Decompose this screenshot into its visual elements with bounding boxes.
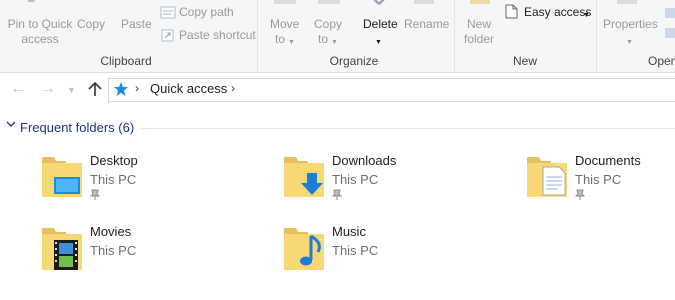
quick-access-star-icon: [114, 82, 128, 96]
rename-label: Rename: [404, 17, 450, 31]
back-arrow-icon[interactable]: ←: [10, 81, 26, 97]
copy-path-label: Copy path: [179, 5, 234, 19]
group-divider: [140, 128, 675, 129]
ribbon-separator: [454, 0, 455, 72]
chevron-down-icon: ▼: [375, 39, 382, 46]
copy-to-icon: [318, 0, 340, 4]
ribbon: Pin to Quick access Copy Paste Copy path…: [0, 0, 675, 73]
folder-location: This PC: [90, 172, 137, 187]
copy-to-label-1: Copy: [314, 17, 343, 31]
rename-icon: [414, 0, 434, 4]
movies-folder-icon: [42, 228, 82, 270]
new-group-label: New: [512, 54, 537, 68]
up-arrow-icon[interactable]: [88, 81, 102, 97]
forward-arrow-icon[interactable]: →: [40, 81, 56, 97]
folder-item-downloads[interactable]: Downloads This PC: [284, 153, 514, 217]
easy-access-icon: [505, 4, 518, 19]
breadcrumb-quick-access[interactable]: Quick access: [150, 80, 227, 98]
clipboard-group-label: Clipboard: [100, 54, 152, 68]
move-label-2: to: [275, 32, 286, 46]
folder-item-movies[interactable]: Movies This PC: [42, 224, 272, 288]
folder-name: Desktop: [90, 153, 138, 168]
folder-location: This PC: [575, 172, 622, 187]
delete-label: Delete: [363, 17, 398, 31]
folder-name: Documents: [575, 153, 641, 168]
music-folder-icon: [284, 228, 324, 270]
downloads-folder-icon: [284, 157, 324, 197]
folder-item-desktop[interactable]: Desktop This PC: [42, 153, 272, 217]
copy-path-icon: [160, 6, 176, 19]
paste-shortcut-label: Paste shortcut: [179, 28, 256, 42]
properties-label: Properties: [603, 17, 658, 31]
open-group-label: Open: [648, 54, 675, 68]
properties-icon: [617, 0, 637, 4]
folder-location: This PC: [332, 243, 379, 258]
chevron-down-icon: ▼: [331, 39, 338, 46]
copy-label: Copy: [77, 17, 106, 31]
ribbon-separator: [596, 0, 597, 72]
pin-icon: [332, 189, 342, 200]
open-icons: [665, 8, 675, 38]
documents-folder-icon: [527, 157, 567, 197]
breadcrumb-chevron-icon[interactable]: ›: [231, 81, 235, 95]
folder-name: Downloads: [332, 153, 397, 168]
collapse-chevron-icon[interactable]: [6, 119, 16, 129]
easy-access-label: Easy access: [524, 5, 592, 19]
new-folder-label-2: folder: [464, 32, 495, 46]
new-folder-label-1: New: [467, 17, 492, 31]
folder-location: This PC: [332, 172, 379, 187]
pin-label-2: access: [21, 32, 59, 46]
chevron-down-icon: ▼: [583, 12, 590, 19]
folder-location: This PC: [90, 243, 137, 258]
new-folder-icon: [470, 0, 490, 4]
move-label-1: Move: [270, 17, 300, 31]
pin-icon: [575, 189, 585, 200]
ribbon-separator: [257, 0, 258, 72]
organize-group-label: Organize: [329, 54, 379, 68]
folder-item-music[interactable]: Music This PC: [284, 224, 514, 288]
recent-locations-chevron-icon[interactable]: ▼: [67, 82, 76, 98]
paste-shortcut-icon: [161, 29, 174, 42]
folder-item-documents[interactable]: Documents This PC: [527, 153, 675, 217]
move-to-icon: [274, 0, 296, 4]
desktop-folder-icon: [42, 157, 82, 197]
pin-label-1: Pin to Quick: [7, 17, 73, 31]
folder-name: Movies: [90, 224, 132, 239]
copy-to-label-2: to: [318, 32, 329, 46]
breadcrumb-chevron-icon[interactable]: ›: [135, 81, 139, 95]
delete-icon: [373, 0, 385, 5]
chevron-down-icon: ▼: [626, 39, 633, 46]
paste-label: Paste: [121, 17, 152, 31]
chevron-down-icon: ▼: [288, 39, 295, 46]
pin-icon: [90, 189, 100, 200]
group-header-frequent-folders[interactable]: Frequent folders (6): [20, 120, 134, 136]
pin-icon: [27, 0, 35, 2]
folder-name: Music: [332, 224, 366, 239]
